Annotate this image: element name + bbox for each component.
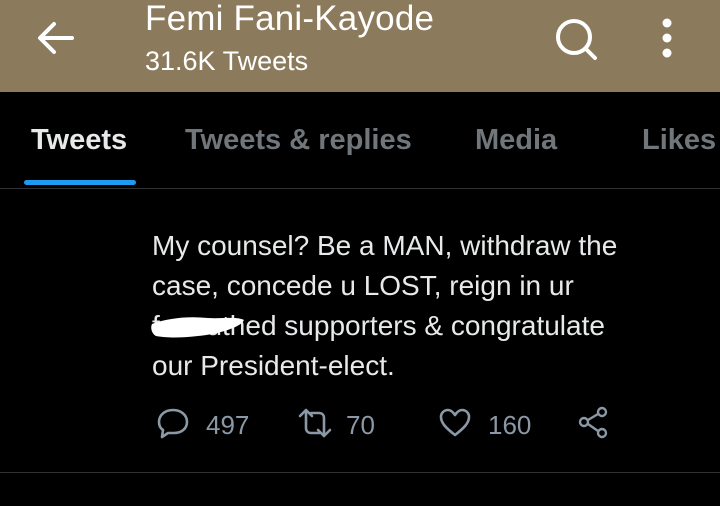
share-button[interactable] xyxy=(578,404,614,442)
profile-name: Femi Fani-Kayode xyxy=(145,0,435,38)
profile-header: Femi Fani-Kayode 31.6K Tweets xyxy=(0,0,720,92)
share-icon xyxy=(578,406,608,439)
tab-media[interactable]: Media xyxy=(475,122,557,158)
reply-icon xyxy=(157,408,189,439)
search-button[interactable] xyxy=(553,16,599,62)
more-button[interactable] xyxy=(654,14,680,62)
reply-count: 497 xyxy=(206,410,250,440)
tweet-divider xyxy=(0,472,720,473)
redaction-scribble xyxy=(151,317,244,338)
retweet-count: 70 xyxy=(346,410,375,440)
tweet-actions: 497 70 160 xyxy=(0,400,720,446)
tab-tweets-and-replies[interactable]: Tweets & replies xyxy=(185,122,412,158)
tab-likes[interactable]: Likes xyxy=(642,122,716,158)
heart-icon xyxy=(439,408,471,437)
like-button[interactable]: 160 xyxy=(438,404,538,442)
back-button[interactable] xyxy=(34,18,78,58)
tweet-line: case, concede u LOST, reign in ur xyxy=(152,270,574,301)
tab-tweets[interactable]: Tweets xyxy=(31,122,127,158)
reply-button[interactable]: 497 xyxy=(156,404,256,442)
search-icon xyxy=(556,19,597,60)
tweet-line: My counsel? Be a MAN, withdraw the xyxy=(152,230,618,261)
retweet-button[interactable]: 70 xyxy=(296,404,386,442)
like-count: 160 xyxy=(488,410,532,440)
tweet-text[interactable]: My counsel? Be a MAN, withdraw the case,… xyxy=(152,226,712,386)
retweet-icon xyxy=(298,408,332,438)
active-tab-indicator xyxy=(24,180,136,185)
more-vertical-icon xyxy=(662,18,672,58)
arrow-left-icon xyxy=(38,22,74,54)
tweet-line: our President-elect. xyxy=(152,350,395,381)
profile-tabs: Tweets Tweets & replies Media Likes xyxy=(0,92,720,189)
tweet-count: 31.6K Tweets xyxy=(145,46,309,76)
